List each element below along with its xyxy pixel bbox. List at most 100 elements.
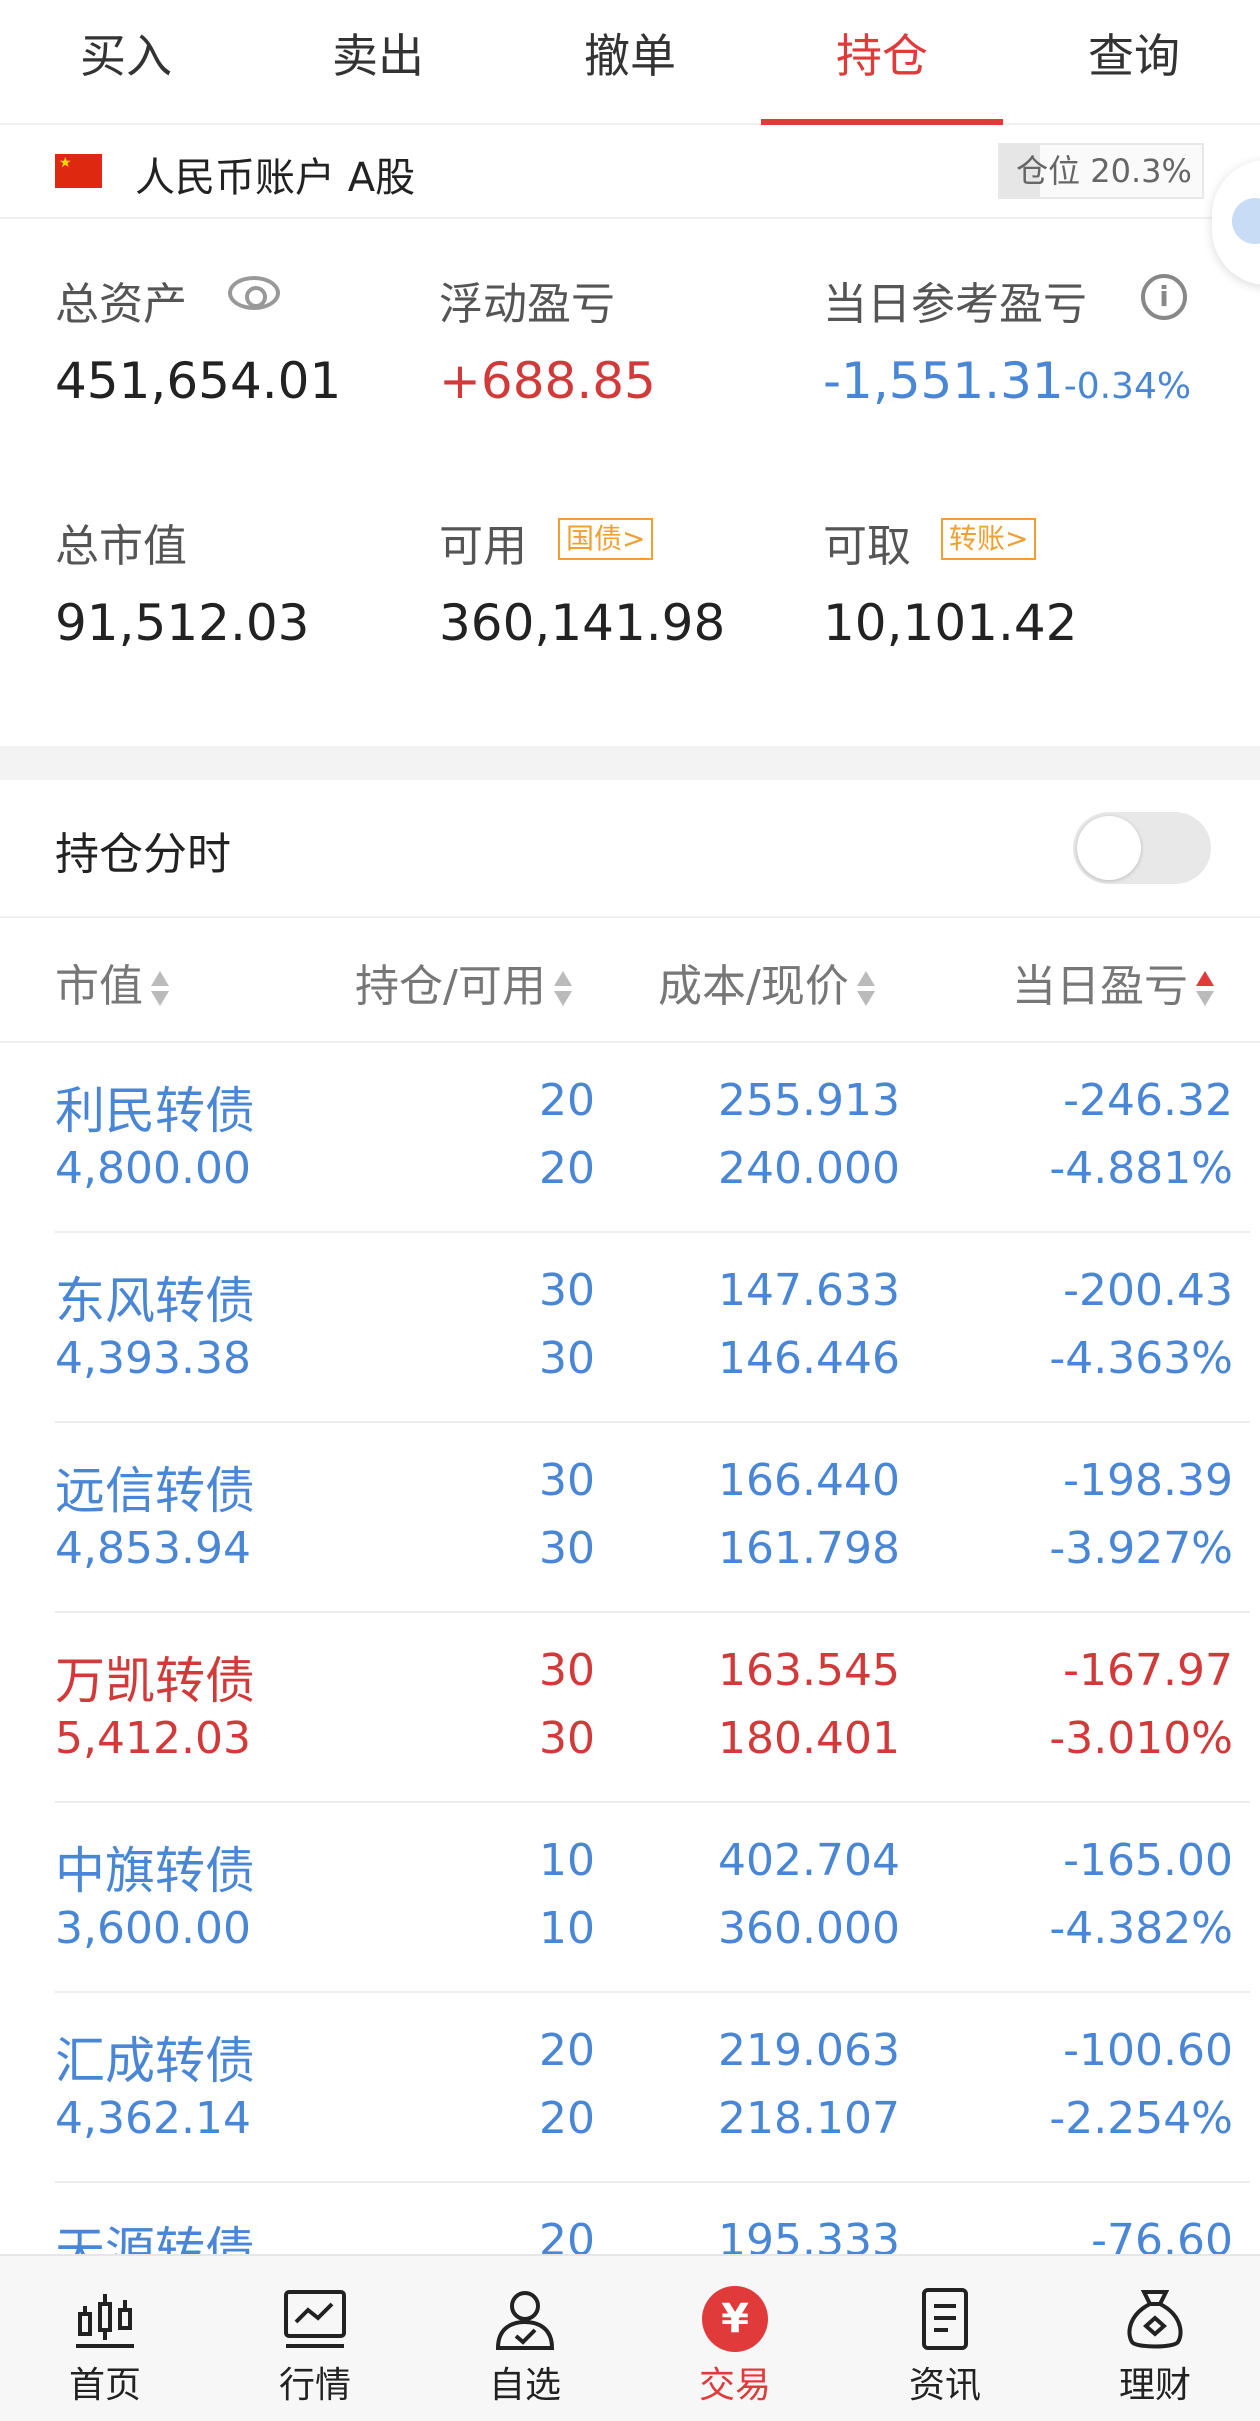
holdings-timeshare-title: 持仓分时 — [55, 829, 231, 880]
col-position[interactable]: 持仓/可用 — [355, 950, 574, 1014]
tab-holdings[interactable]: 持仓 — [756, 0, 1008, 125]
bond-pl: -167.97 — [1063, 1645, 1233, 1696]
divider — [0, 916, 1260, 918]
nav-label: 自选 — [488, 2365, 561, 2406]
bond-market-value: 4,393.38 — [55, 1333, 251, 1384]
withdrawable-label: 可取 — [823, 521, 911, 572]
daily-pl-percent: -0.34% — [1063, 366, 1192, 407]
bond-pl: -165.00 — [1063, 1835, 1233, 1886]
sort-desc-icon — [1194, 969, 1216, 1009]
col-position-label: 持仓/可用 — [355, 961, 546, 1012]
info-icon[interactable]: i — [1141, 274, 1187, 320]
nav-watchlist[interactable]: 自选 — [420, 2256, 630, 2421]
bond-name: 汇成转债 — [55, 2032, 255, 2090]
account-row[interactable]: ★ 人民币账户 A股 仓位 20.3% — [0, 127, 1260, 219]
bond-price: 360.000 — [718, 1903, 900, 1954]
tab-query[interactable]: 查询 — [1008, 0, 1260, 123]
nav-label: 首页 — [68, 2365, 141, 2406]
holding-row[interactable]: 万凯转债 5,412.03 30 30 163.545 180.401 -167… — [0, 1613, 1260, 1803]
bond-name: 东风转债 — [55, 1272, 255, 1330]
available-label: 可用 — [439, 521, 527, 572]
nav-label: 理财 — [1118, 2365, 1191, 2406]
user-check-icon — [495, 2291, 555, 2350]
transfer-link[interactable]: 转账> — [941, 518, 1037, 560]
tab-buy[interactable]: 买入 — [0, 0, 252, 123]
available-value: 360,141.98 — [439, 594, 726, 652]
total-assets-label: 总资产 — [55, 279, 187, 330]
holding-row[interactable]: 利民转债 4,800.00 20 20 255.913 240.000 -246… — [0, 1043, 1260, 1233]
bond-available: 20 — [539, 2093, 595, 2144]
bond-available: 30 — [539, 1523, 595, 1574]
china-flag-icon: ★ — [55, 154, 102, 188]
holding-row[interactable]: 中旗转债 3,600.00 10 10 402.704 360.000 -165… — [0, 1803, 1260, 1993]
market-value-label: 总市值 — [55, 521, 187, 572]
bond-price: 240.000 — [718, 1143, 900, 1194]
bond-available: 30 — [539, 1333, 595, 1384]
col-market-value[interactable]: 市值 — [55, 950, 171, 1014]
col-cost-price[interactable]: 成本/现价 — [658, 950, 877, 1014]
bond-pl-percent: -4.382% — [1049, 1903, 1233, 1954]
holdings-page: 买入 卖出 撤单 持仓 查询 ★ 人民币账户 A股 仓位 20.3% 总资产 4… — [0, 0, 1260, 2421]
bond-price: 161.798 — [718, 1523, 900, 1574]
sort-icon — [855, 969, 877, 1009]
chart-icon — [284, 2290, 346, 2348]
money-bag-icon — [1127, 2290, 1183, 2349]
holdings-timeshare-toggle[interactable] — [1073, 812, 1211, 884]
bond-position: 30 — [539, 1455, 595, 1506]
eye-icon[interactable] — [228, 276, 280, 310]
bond-position: 20 — [539, 1075, 595, 1126]
bond-market-value: 4,853.94 — [55, 1523, 251, 1574]
bond-price: 218.107 — [718, 2093, 900, 2144]
nav-label: 资讯 — [908, 2365, 981, 2406]
bond-pl-percent: -4.363% — [1049, 1333, 1233, 1384]
bond-name: 远信转债 — [55, 1462, 255, 1520]
bond-pl-percent: -4.881% — [1049, 1143, 1233, 1194]
nav-home[interactable]: 首页 — [0, 2256, 210, 2421]
toggle-knob — [1077, 816, 1141, 880]
col-market-value-label: 市值 — [55, 961, 143, 1012]
nav-market[interactable]: 行情 — [210, 2256, 420, 2421]
nav-label: 交易 — [698, 2365, 771, 2406]
bond-pl: -198.39 — [1063, 1455, 1233, 1506]
tab-sell[interactable]: 卖出 — [252, 0, 504, 123]
daily-pl-amount: -1,551.31 — [823, 352, 1064, 410]
bond-name: 中旗转债 — [55, 1842, 255, 1900]
bond-market-value: 3,600.00 — [55, 1903, 251, 1954]
float-pl-value: +688.85 — [439, 352, 656, 410]
nav-wealth[interactable]: 理财 — [1050, 2256, 1260, 2421]
bond-available: 30 — [539, 1713, 595, 1764]
nav-news[interactable]: 资讯 — [840, 2256, 1050, 2421]
holding-row[interactable]: 东风转债 4,393.38 30 30 147.633 146.446 -200… — [0, 1233, 1260, 1423]
candlestick-icon — [76, 2294, 134, 2348]
col-daily-pl-label: 当日盈亏 — [1012, 961, 1188, 1012]
col-daily-pl[interactable]: 当日盈亏 — [1012, 950, 1216, 1014]
yen-icon: ¥ — [702, 2286, 768, 2352]
bond-cost: 163.545 — [718, 1645, 900, 1696]
daily-pl-label: 当日参考盈亏 — [823, 279, 1087, 330]
float-pl-label: 浮动盈亏 — [439, 279, 615, 330]
bond-pl: -200.43 — [1063, 1265, 1233, 1316]
col-cost-price-label: 成本/现价 — [658, 961, 849, 1012]
treasury-bond-link[interactable]: 国债> — [558, 518, 654, 560]
holding-row[interactable]: 汇成转债 4,362.14 20 20 219.063 218.107 -100… — [0, 1993, 1260, 2183]
bond-pl-percent: -2.254% — [1049, 2093, 1233, 2144]
bond-available: 10 — [539, 1903, 595, 1954]
sort-icon — [552, 969, 574, 1009]
bond-price: 180.401 — [718, 1713, 900, 1764]
bond-pl: -100.60 — [1063, 2025, 1233, 2076]
account-name: 人民币账户 A股 — [135, 155, 416, 201]
nav-label: 行情 — [278, 2365, 351, 2406]
bond-position: 30 — [539, 1645, 595, 1696]
bond-position: 30 — [539, 1265, 595, 1316]
sort-icon — [149, 969, 171, 1009]
bond-cost: 402.704 — [718, 1835, 900, 1886]
tab-cancel[interactable]: 撤单 — [504, 0, 756, 123]
assistant-icon — [1232, 198, 1260, 244]
nav-trade[interactable]: ¥ 交易 — [630, 2256, 840, 2421]
holding-row[interactable]: 远信转债 4,853.94 30 30 166.440 161.798 -198… — [0, 1423, 1260, 1613]
trade-tabs: 买入 卖出 撤单 持仓 查询 — [0, 0, 1260, 125]
section-divider — [0, 746, 1260, 780]
bond-cost: 147.633 — [718, 1265, 900, 1316]
bond-cost: 166.440 — [718, 1455, 900, 1506]
market-value: 91,512.03 — [55, 594, 310, 652]
